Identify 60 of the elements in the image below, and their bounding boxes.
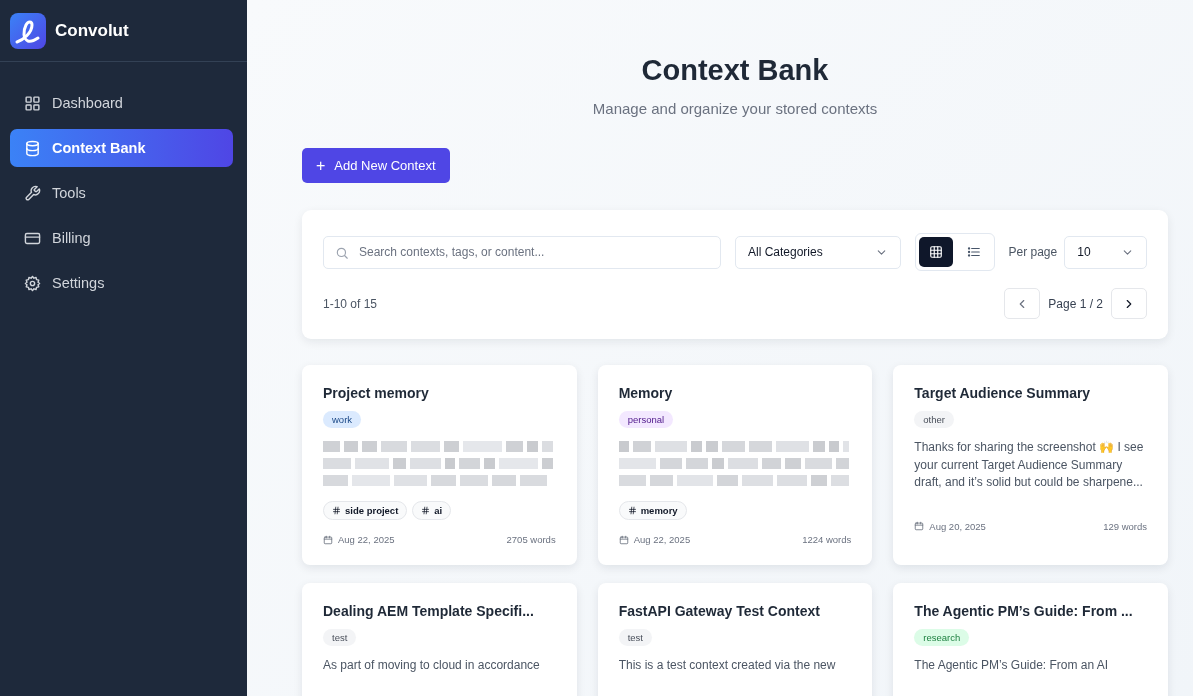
page-indicator: Page 1 / 2 — [1048, 296, 1103, 311]
card-date: Aug 22, 2025 — [633, 534, 691, 545]
category-tag: other — [914, 411, 954, 428]
card-excerpt: The Agentic PM’s Guide: From an AI — [914, 657, 1110, 674]
context-card[interactable]: Dealing AEM Template Specifi... test As part of moving to cloud in accordance — [302, 583, 577, 696]
wrench-icon — [24, 184, 41, 202]
brand-name: Convolut — [55, 20, 129, 41]
nav-item[interactable]: Dashboard — [10, 84, 233, 122]
card-title: FastAPI Gateway Test Context — [618, 603, 821, 619]
nav-item[interactable]: Context Bank — [10, 129, 233, 167]
calendar-icon — [914, 521, 925, 531]
card-excerpt: This is a test context created via the new — [618, 657, 837, 674]
card-excerpt: As part of moving to cloud in accordance — [323, 657, 541, 674]
card-excerpt: Thanks for sharing the screenshot 🙌 I see your current Target Audience Summary draft, and it’s solid but could be sharpene... — [914, 439, 1145, 491]
card-title: Target Audience Summary — [914, 385, 1092, 401]
context-card[interactable]: FastAPI Gateway Test Context test This is a test context created via the new — [597, 583, 873, 696]
tag-chip: memory — [618, 501, 687, 520]
list-icon — [966, 245, 981, 259]
tag-chip: ai — [412, 501, 452, 520]
nav-item[interactable]: Tools — [10, 174, 233, 212]
hash-icon — [421, 506, 431, 515]
context-card[interactable]: Project memory work side project ai Aug 22, 2025 2705 words — [302, 365, 577, 565]
context-card[interactable]: Memory personal memory Aug 22, 2025 1224 words — [597, 365, 873, 565]
result-count: 1-10 of 15 — [323, 296, 378, 311]
calendar-icon — [618, 534, 629, 545]
add-context-button[interactable]: + Add New Context — [302, 148, 450, 183]
category-tag: test — [618, 629, 652, 646]
card-title: Project memory — [323, 385, 430, 401]
context-card[interactable]: The Agentic PM’s Guide: From ... research The Agentic PM’s Guide: From an AI — [893, 583, 1168, 696]
per-page-dropdown[interactable]: 10 — [1064, 235, 1147, 269]
settings-icon — [24, 274, 41, 292]
nav-item[interactable]: Settings — [10, 264, 233, 302]
calendar-icon — [323, 534, 333, 545]
card-title: The Agentic PM’s Guide: From ... — [914, 603, 1134, 619]
word-count: 2705 words — [506, 534, 556, 545]
logo-icon — [10, 12, 46, 49]
word-count: 129 words — [1103, 520, 1147, 532]
search-field[interactable]: Search contexts, tags, or content... — [323, 235, 721, 269]
category-tag: personal — [618, 411, 674, 428]
page-title: Context Bank — [640, 54, 830, 87]
category-dropdown[interactable]: All Categories — [735, 235, 901, 269]
card-title: Memory — [618, 385, 674, 401]
per-page-label: Per page — [1008, 245, 1058, 259]
grid-view-button[interactable] — [918, 237, 953, 267]
category-tag: test — [323, 629, 357, 646]
hash-icon — [627, 506, 637, 515]
database-icon — [24, 139, 41, 157]
card-title: Dealing AEM Template Specifi... — [323, 603, 535, 619]
card-date: Aug 20, 2025 — [929, 520, 986, 532]
context-card[interactable]: Target Audience Summary other Thanks for sharing the screenshot 🙌 I see your current Target Audience Summary draft, and it’s solid but could be sharpene... Aug 20, 2025 129 words — [893, 365, 1168, 565]
grid-icon — [928, 245, 943, 259]
card-date: Aug 22, 2025 — [338, 534, 395, 545]
word-count: 1224 words — [802, 534, 852, 545]
category-tag: work — [323, 411, 362, 428]
nav-item[interactable]: Billing — [10, 219, 233, 257]
page-subtitle: Manage and organize your stored contexts — [591, 100, 879, 117]
category-tag: research — [914, 629, 970, 646]
tag-chip: side project — [323, 501, 408, 520]
grid-icon — [24, 94, 41, 112]
hash-icon — [332, 506, 341, 515]
